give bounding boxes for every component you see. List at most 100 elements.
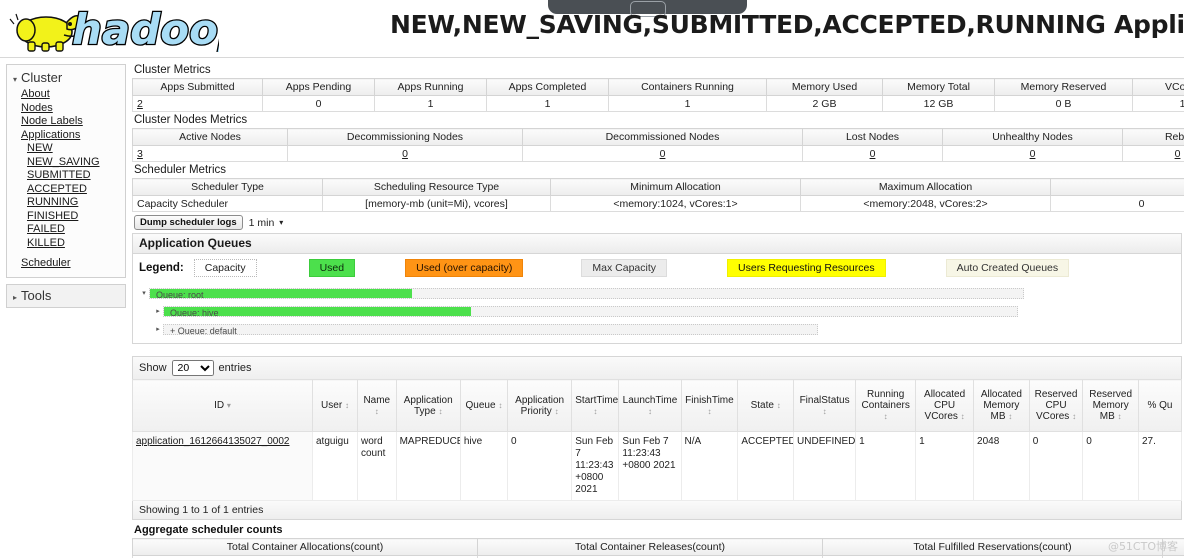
chevron-down-icon[interactable]: ▾ xyxy=(139,289,149,297)
sidebar-cluster-header[interactable]: ▾ Cluster xyxy=(7,68,125,88)
sidebar-item-submitted[interactable]: SUBMITTED xyxy=(27,169,125,183)
value-active-nodes[interactable]: 3 xyxy=(137,148,143,160)
table-header-row: Scheduler Type Scheduling Resource Type … xyxy=(132,178,1184,196)
sidebar-tools-block[interactable]: ▸ Tools xyxy=(6,283,126,308)
hadoop-logo[interactable]: hadoop xyxy=(4,2,219,52)
col-decommissioned-nodes: Decommissioned Nodes xyxy=(522,128,803,146)
value-decommissioned-nodes[interactable]: 0 xyxy=(660,148,666,160)
queue-bar-default[interactable]: + Queue: default xyxy=(163,323,818,335)
page-size-select[interactable]: 20 50 100 xyxy=(171,360,214,376)
value-unhealthy-nodes[interactable]: 0 xyxy=(1030,148,1036,160)
value-rebooted-nodes[interactable]: 0 xyxy=(1175,148,1181,160)
table-row: application_1612664135027_0002 atguigu w… xyxy=(132,431,1182,501)
dump-scheduler-logs-button[interactable]: Dump scheduler logs xyxy=(134,215,243,230)
queue-bar-hive[interactable]: Queue: hive xyxy=(163,305,1018,317)
sort-icon: ↕ xyxy=(1072,412,1077,421)
col-queue[interactable]: Queue ↕ xyxy=(459,379,508,432)
sidebar-item-label[interactable]: Scheduler xyxy=(21,257,71,269)
col-label: Application Type xyxy=(403,394,453,417)
sidebar-item-label[interactable]: SUBMITTED xyxy=(27,169,91,181)
cell-apps-completed: 1 xyxy=(486,95,609,112)
sidebar-item-label[interactable]: Node Labels xyxy=(21,115,83,127)
col-user[interactable]: User ↕ xyxy=(312,379,358,432)
chevron-right-icon[interactable]: ▸ xyxy=(153,325,163,333)
col-final-status[interactable]: FinalStatus ↕ xyxy=(793,379,857,432)
col-apps-pending: Apps Pending xyxy=(262,78,375,96)
cell-launch-time: Sun Feb 7 11:23:43 +0800 2021 xyxy=(618,431,682,501)
sidebar-item-label[interactable]: FAILED xyxy=(27,223,65,235)
sidebar-item-label[interactable]: FINISHED xyxy=(27,210,78,222)
legend-auto-created-queues: Auto Created Queues xyxy=(945,259,1070,277)
cell-allocated-cpu-vcores: 1 xyxy=(915,431,975,501)
cell-memory-reserved: 0 B xyxy=(994,95,1133,112)
chevron-right-icon[interactable]: ▸ xyxy=(153,307,163,315)
col-allocated-cpu-vcores[interactable]: Allocated CPU VCores ↕ xyxy=(915,379,975,432)
col-reserved-cpu-vcores[interactable]: Reserved CPU VCores ↕ xyxy=(1028,379,1084,432)
cell-apps-pending: 0 xyxy=(262,95,375,112)
value-decommissioning-nodes[interactable]: 0 xyxy=(402,148,408,160)
sidebar-item-scheduler[interactable]: Scheduler xyxy=(21,257,125,271)
scheduler-log-interval-select[interactable]: 1 min ▾ xyxy=(249,217,284,229)
sidebar-item-label[interactable]: NEW_SAVING xyxy=(27,156,100,168)
col-label: StartTime xyxy=(575,394,619,406)
col-allocated-memory-mb[interactable]: Allocated Memory MB ↕ xyxy=(973,379,1030,432)
sidebar-item-label[interactable]: About xyxy=(21,88,50,100)
cell-scheduler-type: Capacity Scheduler xyxy=(132,195,323,212)
application-id-link[interactable]: application_1612664135027_0002 xyxy=(136,436,289,447)
sidebar-item-finished[interactable]: FINISHED xyxy=(27,210,125,224)
col-label: ID xyxy=(214,400,225,411)
sidebar-item-failed[interactable]: FAILED xyxy=(27,223,125,237)
sidebar-item-new-saving[interactable]: NEW_SAVING xyxy=(27,156,125,170)
legend-capacity: Capacity xyxy=(193,259,257,277)
col-label: FinishTime xyxy=(685,394,734,406)
sort-icon: ↕ xyxy=(554,406,559,416)
col-label: Allocated Memory MB xyxy=(980,389,1022,422)
sidebar-item-label[interactable]: ACCEPTED xyxy=(27,183,87,195)
cluster-nodes-metrics-table: Active Nodes Decommissioning Nodes Decom… xyxy=(132,128,1184,162)
sidebar-item-label[interactable]: NEW xyxy=(27,142,53,154)
col-label: LaunchTime xyxy=(622,394,678,406)
sort-icon: ↕ xyxy=(374,406,379,416)
queue-bar-root[interactable]: Queue: root xyxy=(149,287,1024,299)
sidebar-item-killed[interactable]: KILLED xyxy=(27,237,125,251)
col-reserved-memory-mb[interactable]: Reserved Memory MB ↕ xyxy=(1082,379,1139,432)
sidebar-item-running[interactable]: RUNNING xyxy=(27,196,125,210)
cell-apps-submitted: 2 xyxy=(132,95,263,112)
col-application-type[interactable]: Application Type ↕ xyxy=(395,379,461,432)
queue-row-root[interactable]: ▾ Queue: root xyxy=(139,287,1175,299)
cell-name: word count xyxy=(357,431,397,501)
col-state[interactable]: State ↕ xyxy=(737,379,795,432)
queue-legend: Legend: Capacity Used Used (over capacit… xyxy=(139,259,1175,277)
sidebar-item-nodes[interactable]: Nodes xyxy=(21,102,125,116)
sidebar-item-label[interactable]: KILLED xyxy=(27,237,65,249)
sidebar-item-accepted[interactable]: ACCEPTED xyxy=(27,183,125,197)
cluster-metrics-table: Apps Submitted Apps Pending Apps Running… xyxy=(132,78,1184,112)
queue-row-hive[interactable]: ▸ Queue: hive xyxy=(139,305,1175,317)
table-header-row: Total Container Allocations(count) Total… xyxy=(132,538,1184,556)
col-vcores: VCores xyxy=(1132,78,1184,96)
application-queues-title: Application Queues xyxy=(132,233,1182,254)
sidebar-cluster-list: About Nodes Node Labels Applications xyxy=(7,88,125,142)
col-launch-time[interactable]: LaunchTime ↕ xyxy=(618,379,682,432)
col-application-priority[interactable]: Application Priority ↕ xyxy=(506,379,573,432)
cell-final-status: UNDEFINED xyxy=(793,431,857,501)
sidebar-item-label[interactable]: Applications xyxy=(21,129,80,141)
legend-used-over-capacity: Used (over capacity) xyxy=(405,259,524,277)
col-name[interactable]: Name ↕ xyxy=(357,379,397,432)
sidebar-item-label[interactable]: Nodes xyxy=(21,102,53,114)
sidebar-item-about[interactable]: About xyxy=(21,88,125,102)
col-percent-queue[interactable]: % Qu xyxy=(1138,379,1182,432)
sidebar-item-node-labels[interactable]: Node Labels xyxy=(21,115,125,129)
queue-row-default[interactable]: ▸ + Queue: default xyxy=(139,323,1175,335)
sort-icon: ↕ xyxy=(438,406,443,416)
col-start-time[interactable]: StartTime ↕ xyxy=(571,379,620,432)
sidebar-item-label[interactable]: RUNNING xyxy=(27,196,78,208)
col-finish-time[interactable]: FinishTime ↕ xyxy=(680,379,739,432)
value-lost-nodes[interactable]: 0 xyxy=(870,148,876,160)
sidebar-item-applications[interactable]: Applications xyxy=(21,129,125,143)
value-apps-submitted[interactable]: 2 xyxy=(137,98,143,110)
sidebar-item-new[interactable]: NEW xyxy=(27,142,125,156)
col-running-containers[interactable]: Running Containers ↕ xyxy=(855,379,917,432)
col-id[interactable]: ID ▾ xyxy=(132,379,313,432)
cell-maximum-allocation: <memory:2048, vCores:2> xyxy=(800,195,1051,212)
